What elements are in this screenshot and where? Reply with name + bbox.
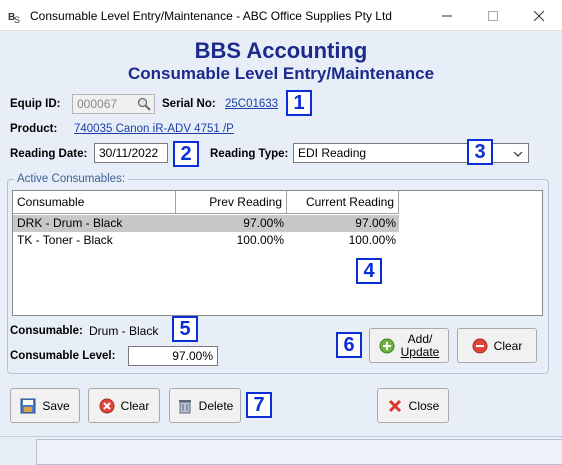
add-update-button[interactable]: Add/ Update	[369, 328, 449, 363]
app-icon: B S	[8, 12, 20, 24]
search-icon[interactable]	[137, 97, 151, 111]
window-title: Consumable Level Entry/Maintenance - ABC…	[30, 9, 392, 23]
window-titlebar: B S Consumable Level Entry/Maintenance -…	[0, 0, 562, 31]
add-icon	[379, 338, 395, 353]
delete-icon	[178, 399, 191, 413]
chevron-down-icon	[513, 151, 523, 157]
consumable-level-field[interactable]: 97.00%	[128, 346, 218, 366]
column-header-current-reading[interactable]: Current Reading	[287, 191, 399, 214]
close-window-button[interactable]	[516, 0, 562, 31]
close-button[interactable]: Close	[377, 388, 449, 423]
reading-type-select[interactable]: EDI Reading	[293, 143, 529, 163]
delete-button[interactable]: Delete	[169, 388, 241, 423]
clear-consumable-label: Clear	[493, 338, 523, 353]
svg-text:S: S	[14, 15, 20, 24]
cell-prev-reading: 100.00%	[236, 233, 284, 247]
serial-no-link[interactable]: 25C01633	[225, 98, 278, 110]
consumable-level-label: Consumable Level:	[10, 350, 116, 362]
column-header-consumable[interactable]: Consumable	[13, 191, 176, 214]
table-row[interactable]: TK - Toner - Black 100.00% 100.00%	[13, 232, 399, 249]
minimize-icon	[442, 15, 452, 16]
maximize-button[interactable]	[470, 0, 516, 31]
table-row[interactable]: DRK - Drum - Black 97.00% 97.00%	[13, 215, 399, 232]
serial-no-label: Serial No:	[162, 98, 216, 110]
reading-type-label: Reading Type:	[210, 148, 289, 160]
page-title: Consumable Level Entry/Maintenance	[127, 64, 435, 83]
consumable-value: Drum - Black	[89, 324, 159, 338]
callout-5: 5	[172, 316, 198, 342]
cell-current-reading: 100.00%	[348, 233, 396, 247]
add-update-label-line1: Add/	[407, 331, 433, 346]
app-title: BBS Accounting	[194, 38, 368, 63]
callout-1: 1	[286, 90, 312, 116]
close-icon	[534, 10, 544, 21]
equip-id-field[interactable]: 000067	[72, 94, 155, 114]
clear-button[interactable]: Clear	[88, 388, 160, 423]
callout-6: 6	[336, 332, 362, 358]
active-consumables-legend: Active Consumables:	[14, 173, 129, 185]
column-header-prev-reading[interactable]: Prev Reading	[176, 191, 287, 214]
product-label: Product:	[10, 123, 58, 135]
consumables-table[interactable]: Consumable Prev Reading Current Reading …	[12, 190, 543, 316]
cell-consumable: TK - Toner - Black	[17, 233, 113, 247]
reading-type-value: EDI Reading	[298, 146, 367, 160]
minimize-button[interactable]	[424, 0, 470, 31]
clear-label: Clear	[120, 398, 150, 413]
status-bar-panel	[36, 439, 562, 465]
save-icon	[20, 398, 36, 413]
cell-current-reading: 97.00%	[355, 216, 396, 230]
status-bar	[0, 436, 562, 465]
cell-prev-reading: 97.00%	[243, 216, 284, 230]
save-label: Save	[42, 398, 70, 413]
reading-date-label: Reading Date:	[10, 148, 88, 160]
save-button[interactable]: Save	[10, 388, 80, 423]
product-link[interactable]: 740035 Canon iR-ADV 4751 /P	[74, 123, 234, 135]
delete-label: Delete	[198, 398, 234, 413]
callout-3: 3	[467, 139, 493, 165]
clear-consumable-button[interactable]: Clear	[457, 328, 537, 363]
cancel-icon	[99, 398, 115, 413]
callout-2: 2	[173, 141, 199, 167]
reading-date-field[interactable]: 30/11/2022	[94, 143, 168, 163]
equip-id-label: Equip ID:	[10, 98, 61, 110]
equip-id-value: 000067	[77, 97, 118, 111]
cell-consumable: DRK - Drum - Black	[17, 216, 123, 230]
close-label: Close	[408, 398, 440, 413]
callout-7: 7	[246, 392, 272, 418]
close-icon	[388, 399, 401, 412]
add-update-label-line2: Update	[400, 344, 440, 359]
consumable-label: Consumable:	[10, 325, 83, 337]
minus-icon	[472, 338, 488, 353]
maximize-icon	[488, 10, 498, 21]
callout-4: 4	[356, 258, 382, 284]
